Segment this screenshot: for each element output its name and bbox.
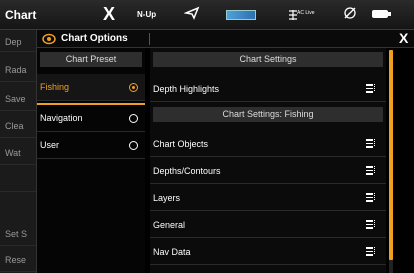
chart-options-dialog: Chart Options X Chart Preset Fishing Nav… [36, 30, 414, 273]
aclive-label: AC Live [297, 10, 315, 16]
app-title: Chart [5, 8, 37, 22]
radio-icon[interactable] [129, 114, 138, 123]
settings-row-general[interactable]: General [150, 211, 386, 238]
bg-menu-item[interactable]: Wat [0, 141, 36, 165]
settings-row-layers[interactable]: Layers [150, 184, 386, 211]
submenu-icon [366, 193, 376, 202]
settings-row-label: Depths/Contours [153, 166, 221, 176]
submenu-icon [366, 247, 376, 256]
settings-subheader: Chart Settings: Fishing [153, 107, 383, 122]
header-divider [149, 33, 150, 45]
orientation-label[interactable]: N-Up [137, 10, 156, 19]
settings-row-label: Chart Objects [153, 139, 209, 149]
compass-icon [183, 6, 200, 25]
bg-menu-item[interactable] [0, 168, 36, 192]
settings-row-nav-data[interactable]: Nav Data [150, 238, 386, 265]
preset-header: Chart Preset [40, 52, 142, 67]
settings-row-label: General [153, 220, 186, 230]
submenu-icon [366, 220, 376, 229]
depth-bar-icon [226, 10, 256, 20]
dialog-close-button[interactable]: X [399, 30, 408, 46]
settings-scrollbar[interactable] [389, 50, 393, 273]
radio-selected-icon[interactable] [129, 83, 138, 92]
preset-option-user[interactable]: User [37, 132, 145, 159]
background-menu: Dep Rada Save Clea Wat Set S Rese [0, 30, 36, 273]
submenu-icon [366, 139, 376, 148]
preset-option-label: Fishing [40, 82, 70, 92]
submenu-icon [366, 166, 376, 175]
submenu-icon [366, 84, 376, 93]
settings-header: Chart Settings [153, 52, 383, 67]
bg-menu-item[interactable]: Set S [0, 222, 36, 246]
dialog-header: Chart Options X [37, 30, 414, 48]
bg-menu-item[interactable]: Rese [0, 248, 36, 272]
gps-icon [343, 6, 357, 25]
dialog-title: Chart Options [61, 33, 128, 44]
preset-column: Chart Preset Fishing Navigation User [37, 48, 145, 273]
bg-menu-item[interactable]: Rada [0, 58, 36, 82]
scrollbar-thumb[interactable] [389, 50, 393, 260]
settings-column: Chart Settings Depth Highlights Chart Se… [150, 48, 386, 273]
preset-option-label: Navigation [40, 113, 83, 123]
preset-option-navigation[interactable]: Navigation [37, 105, 145, 132]
status-bar: Chart X N-Up AC Live [0, 0, 414, 30]
settings-row-label: Depth Highlights [153, 84, 220, 94]
radio-icon[interactable] [129, 141, 138, 150]
top-close-button[interactable]: X [103, 4, 115, 24]
settings-row-label: Layers [153, 193, 181, 203]
settings-row-chart-objects[interactable]: Chart Objects [150, 130, 386, 157]
settings-row-depths-contours[interactable]: Depths/Contours [150, 157, 386, 184]
battery-icon [372, 10, 391, 18]
bg-menu-item[interactable]: Dep [0, 32, 36, 52]
bg-menu-item[interactable]: Clea [0, 114, 36, 138]
settings-row-label: Nav Data [153, 247, 191, 257]
preset-option-fishing[interactable]: Fishing [37, 74, 145, 101]
settings-row-depth-highlights[interactable]: Depth Highlights [150, 75, 386, 102]
bg-menu-item[interactable]: Save [0, 87, 36, 111]
preset-option-label: User [40, 140, 60, 150]
